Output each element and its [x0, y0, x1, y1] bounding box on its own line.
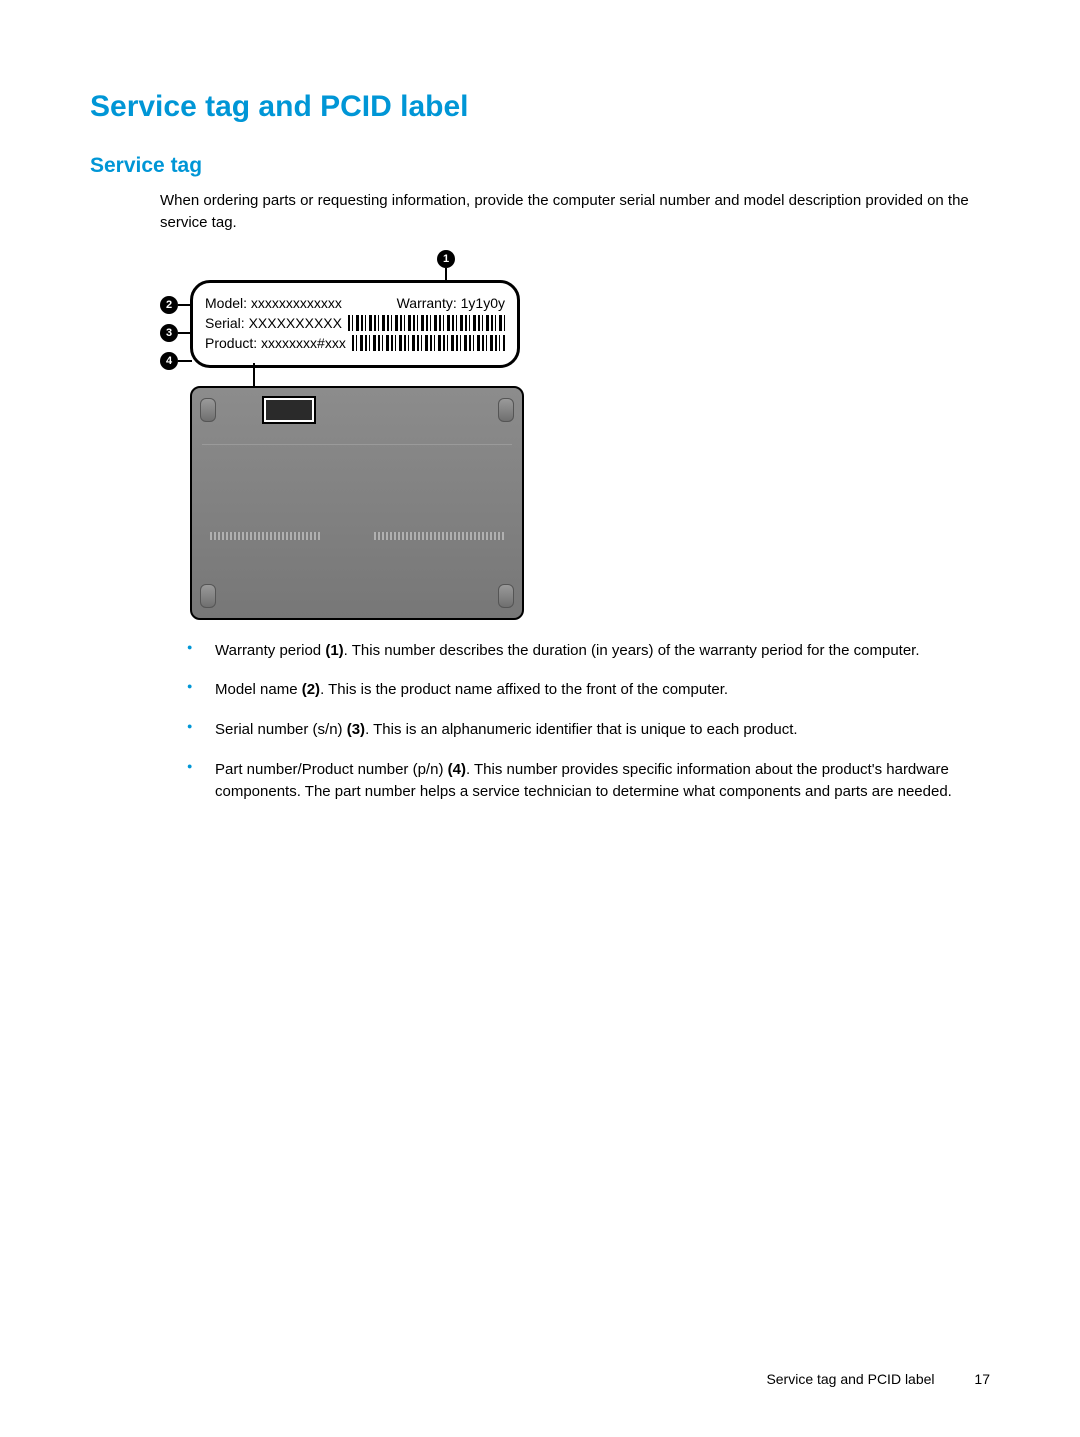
model-text: Model: xxxxxxxxxxxxx — [205, 295, 342, 311]
bullet-text-lead: Part number/Product number (p/n) — [215, 761, 448, 778]
bullet-text-lead: Serial number (s/n) — [215, 721, 347, 738]
label-row-model: Model: xxxxxxxxxxxxx Warranty: 1y1y0y — [205, 295, 505, 311]
document-page: Service tag and PCID label Service tag W… — [0, 0, 1080, 1437]
label-row-serial: Serial: XXXXXXXXXX — [205, 315, 505, 331]
bullet-text-bold: (2) — [302, 681, 320, 698]
list-item: Model name (2). This is the product name… — [215, 679, 990, 701]
warranty-text: Warranty: 1y1y0y — [397, 295, 505, 311]
callout-badge-4: 4 — [160, 352, 178, 370]
callout-badge-3: 3 — [160, 324, 178, 342]
service-tag-figure: 1 2 3 4 Model: xxxxxxxxxxxxx Warranty: 1… — [160, 254, 540, 620]
rubber-foot-icon — [200, 398, 216, 422]
bullet-text-rest: . This is an alphanumeric identifier tha… — [365, 721, 797, 738]
label-location-marker — [264, 398, 314, 422]
list-item: Serial number (s/n) (3). This is an alph… — [215, 719, 990, 741]
laptop-bottom-illustration — [190, 386, 524, 620]
rubber-foot-icon — [498, 584, 514, 608]
page-footer: Service tag and PCID label 17 — [766, 1371, 990, 1387]
intro-paragraph: When ordering parts or requesting inform… — [160, 190, 990, 234]
barcode-icon — [352, 335, 505, 351]
label-row-product: Product: xxxxxxxx#xxx — [205, 335, 505, 351]
rubber-foot-icon — [200, 584, 216, 608]
page-heading: Service tag and PCID label — [90, 90, 990, 124]
section-heading: Service tag — [90, 154, 990, 178]
list-item: Warranty period (1). This number describ… — [215, 640, 990, 662]
callout-badge-1: 1 — [437, 250, 455, 268]
list-item: Part number/Product number (p/n) (4). Th… — [215, 759, 990, 803]
bullet-text-lead: Model name — [215, 681, 302, 698]
service-label-box: Model: xxxxxxxxxxxxx Warranty: 1y1y0y Se… — [190, 280, 520, 368]
bullet-text-bold: (1) — [325, 642, 343, 659]
callout-badge-2: 2 — [160, 296, 178, 314]
intro-block: When ordering parts or requesting inform… — [160, 190, 990, 234]
product-text: Product: xxxxxxxx#xxx — [205, 335, 346, 351]
bullet-text-bold: (3) — [347, 721, 365, 738]
bullet-text-rest: . This number describes the duration (in… — [344, 642, 920, 659]
footer-section-title: Service tag and PCID label — [766, 1371, 934, 1387]
rubber-foot-icon — [498, 398, 514, 422]
callout-line-4 — [178, 360, 192, 362]
panel-divider — [202, 444, 512, 445]
bullet-text-lead: Warranty period — [215, 642, 325, 659]
callout-descriptions: Warranty period (1). This number describ… — [160, 640, 990, 803]
serial-text: Serial: XXXXXXXXXX — [205, 315, 342, 331]
bullet-text-bold: (4) — [448, 761, 466, 778]
barcode-icon — [348, 315, 505, 331]
bullet-text-rest: . This is the product name affixed to th… — [320, 681, 728, 698]
page-number: 17 — [974, 1371, 990, 1387]
